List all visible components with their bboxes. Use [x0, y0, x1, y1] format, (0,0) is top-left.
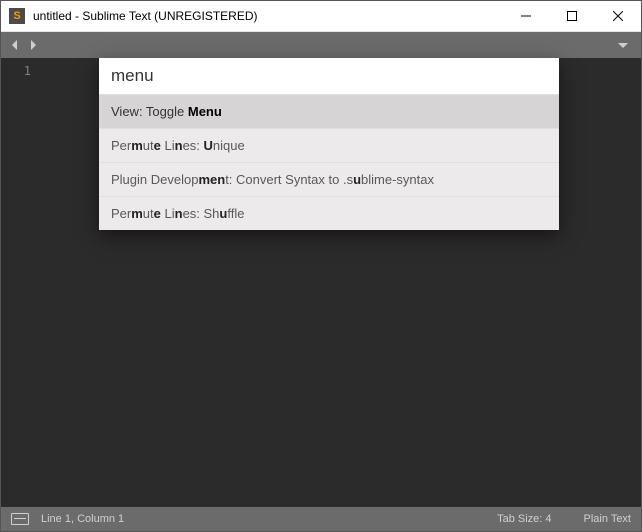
palette-item[interactable]: View: Toggle Menu — [99, 94, 559, 128]
status-syntax[interactable]: Plain Text — [584, 513, 632, 525]
command-palette-input-wrap — [99, 58, 559, 94]
status-tab-size[interactable]: Tab Size: 4 — [497, 513, 551, 525]
nav-back-icon[interactable] — [7, 37, 23, 53]
statusbar: Line 1, Column 1 Tab Size: 4 Plain Text — [1, 507, 641, 531]
palette-item[interactable]: Permute Lines: Shuffle — [99, 196, 559, 230]
maximize-button[interactable] — [549, 1, 595, 31]
palette-item[interactable]: Permute Lines: Unique — [99, 128, 559, 162]
status-position[interactable]: Line 1, Column 1 — [41, 513, 124, 525]
editor-area: 1 View: Toggle Menu Permute Lines: Uniqu… — [1, 58, 641, 507]
command-palette: View: Toggle Menu Permute Lines: Unique … — [99, 58, 559, 230]
line-number: 1 — [1, 64, 31, 78]
command-palette-input[interactable] — [111, 66, 547, 86]
gutter: 1 — [1, 58, 39, 507]
palette-item[interactable]: Plugin Development: Convert Syntax to .s… — [99, 162, 559, 196]
tab-dropdown-icon[interactable] — [615, 37, 631, 53]
tabstrip — [1, 32, 641, 58]
nav-forward-icon[interactable] — [25, 37, 41, 53]
app-icon: S — [9, 8, 25, 24]
close-button[interactable] — [595, 1, 641, 31]
window-title: untitled - Sublime Text (UNREGISTERED) — [33, 9, 258, 23]
titlebar: S untitled - Sublime Text (UNREGISTERED) — [1, 1, 641, 32]
panel-switcher-icon[interactable] — [11, 513, 29, 525]
command-palette-list: View: Toggle Menu Permute Lines: Unique … — [99, 94, 559, 230]
minimize-button[interactable] — [503, 1, 549, 31]
